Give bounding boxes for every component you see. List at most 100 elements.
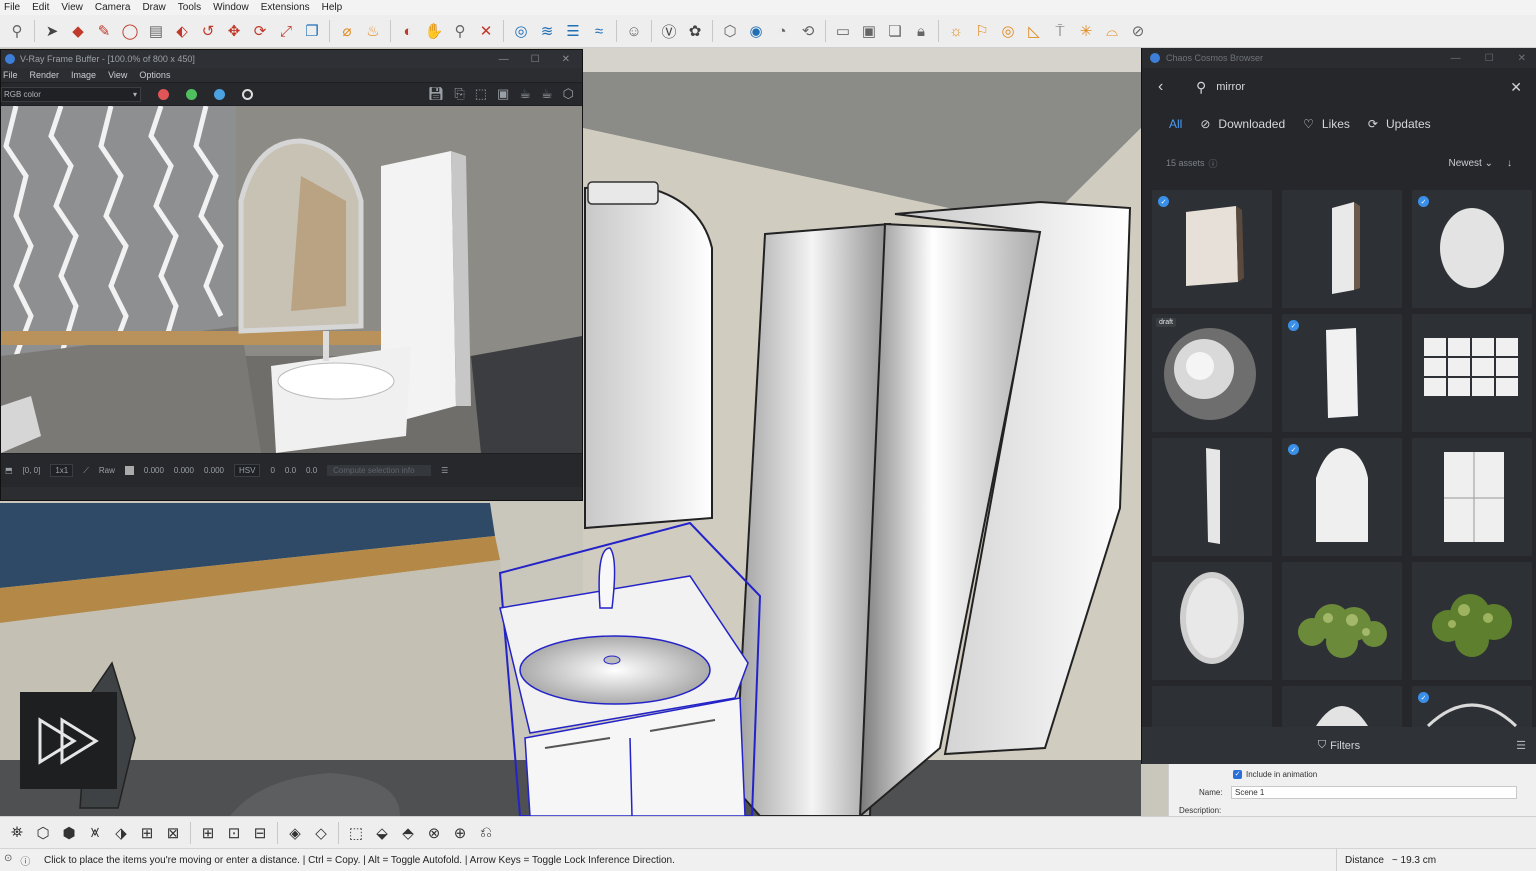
tab-likes[interactable]: ♡ Likes	[1303, 117, 1350, 131]
shaded-icon[interactable]: ⊗	[421, 820, 447, 846]
vfb-menu-image[interactable]: Image	[71, 70, 96, 80]
info-icon[interactable]: ⓘ	[20, 853, 30, 868]
light-mesh-icon[interactable]: ⌓	[1099, 18, 1125, 44]
wireframe-icon[interactable]: ⬙	[369, 820, 395, 846]
vfb-menu-options[interactable]: Options	[139, 70, 170, 80]
stamp-icon[interactable]: ⊠	[160, 820, 186, 846]
menu-edit[interactable]: Edit	[32, 2, 57, 13]
scale-icon[interactable]: ⤢	[273, 18, 299, 44]
save-image-icon[interactable]: 💾︎	[428, 86, 445, 102]
asset-card[interactable]: draft	[1152, 314, 1272, 432]
history-icon[interactable]: ⎘	[454, 86, 464, 102]
sandbox-icon[interactable]: ≋	[534, 18, 560, 44]
render-icon[interactable]: ☕︎	[519, 86, 531, 102]
interactive-render-icon[interactable]: ☕︎	[541, 86, 553, 102]
tape-measure-icon[interactable]: ⌀	[334, 18, 360, 44]
xray-icon[interactable]: ⬚	[343, 820, 369, 846]
light-gen-off-icon[interactable]: ⊘	[1125, 18, 1151, 44]
pan-icon[interactable]: ✋	[421, 18, 447, 44]
lock-camera-icon[interactable]: 🔒︎	[908, 18, 934, 44]
menu-tools[interactable]: Tools	[178, 2, 209, 13]
light-omni-icon[interactable]: ⍑	[1047, 18, 1073, 44]
flip-edge-icon[interactable]: ⊟	[247, 820, 273, 846]
maximize-icon[interactable]: ☐	[531, 54, 540, 65]
asset-card[interactable]	[1282, 190, 1402, 308]
raw-checkbox[interactable]	[124, 466, 134, 475]
panel-toggle-icon[interactable]: ☰	[441, 466, 448, 475]
blue-channel-toggle[interactable]	[214, 88, 225, 100]
render-region-icon[interactable]: ▣	[856, 18, 882, 44]
cosmos-titlebar[interactable]: Chaos Cosmos Browser — ☐ ✕	[1142, 48, 1536, 68]
asset-card[interactable]: ✓	[1282, 438, 1402, 556]
sort-select[interactable]: Newest ⌄	[1448, 158, 1493, 169]
orbit-icon[interactable]: ◐	[395, 18, 421, 44]
asset-card[interactable]	[1152, 438, 1272, 556]
asset-card[interactable]	[1152, 562, 1272, 680]
list-view-icon[interactable]: ☰	[1516, 739, 1526, 752]
geo-location-icon[interactable]: ⊙	[4, 853, 12, 868]
close-icon[interactable]: ✕	[1518, 53, 1526, 64]
push-pull-icon[interactable]: ⬖	[169, 18, 195, 44]
solid-tools-icon[interactable]: ◈	[282, 820, 308, 846]
vfb-titlebar[interactable]: V-Ray Frame Buffer - [100.0% of 800 x 45…	[1, 50, 582, 68]
vfb-menu-render[interactable]: Render	[30, 70, 60, 80]
paint-bucket-icon[interactable]: ▤	[143, 18, 169, 44]
select-icon[interactable]: ➤	[39, 18, 65, 44]
ratio-select[interactable]: 1x1	[50, 464, 74, 477]
iso-view-icon[interactable]: ⛯	[4, 820, 30, 846]
asset-card[interactable]	[1152, 686, 1272, 730]
drape-icon[interactable]: ⊞	[195, 820, 221, 846]
front-view-icon[interactable]: ⬢	[56, 820, 82, 846]
measurements-box[interactable]: Distance ~ 19.3 cm	[1336, 849, 1536, 871]
red-channel-toggle[interactable]	[158, 88, 169, 100]
frame-buffer-icon[interactable]: ▭	[830, 18, 856, 44]
minimize-icon[interactable]: —	[1451, 53, 1461, 64]
close-icon[interactable]: ✕	[562, 54, 570, 65]
tab-all[interactable]: All	[1169, 117, 1182, 131]
smoove-icon[interactable]: ≈	[586, 18, 612, 44]
user-icon[interactable]: ☺	[621, 18, 647, 44]
follow-mouse-icon[interactable]: ▣	[497, 86, 509, 102]
move-icon[interactable]: ✥	[221, 18, 247, 44]
eyedropper-icon[interactable]: ⟋	[83, 466, 89, 476]
asset-card[interactable]: ✓	[1412, 686, 1532, 730]
menu-view[interactable]: View	[61, 2, 91, 13]
zoom-icon[interactable]: ⚲	[4, 18, 30, 44]
lasso-icon[interactable]: ◯	[117, 18, 143, 44]
follow-me-icon[interactable]: ↺	[195, 18, 221, 44]
clear-search-icon[interactable]: ✕	[1510, 79, 1536, 96]
tab-downloaded[interactable]: ⊘ Downloaded	[1200, 117, 1285, 131]
asset-card[interactable]	[1412, 438, 1532, 556]
asset-card[interactable]	[1412, 562, 1532, 680]
vfb-menu-file[interactable]: File	[3, 70, 18, 80]
monochrome-icon[interactable]: ⎌	[473, 820, 499, 846]
asset-card[interactable]: ✓	[1412, 190, 1532, 308]
asset-card[interactable]	[1282, 562, 1402, 680]
menu-camera[interactable]: Camera	[95, 2, 139, 13]
alpha-channel-toggle[interactable]	[242, 88, 253, 100]
sandbox-contours-icon[interactable]: ⩙	[82, 820, 108, 846]
union-icon[interactable]: ◇	[308, 820, 334, 846]
menu-extensions[interactable]: Extensions	[261, 2, 318, 13]
minimize-icon[interactable]: —	[499, 54, 509, 65]
zoom-extents-icon[interactable]: ✕	[473, 18, 499, 44]
menu-file[interactable]: File	[4, 2, 28, 13]
scene-name-field[interactable]: Scene 1	[1231, 786, 1517, 799]
vray-interactive-icon[interactable]: ✿	[682, 18, 708, 44]
shaded-textures-icon[interactable]: ⊕	[447, 820, 473, 846]
include-animation-checkbox[interactable]: ✓	[1233, 770, 1242, 779]
asset-card[interactable]	[1412, 314, 1532, 432]
channel-select[interactable]: RGB color ▾	[1, 86, 141, 102]
sort-direction-icon[interactable]: ↓	[1507, 158, 1512, 169]
hidden-line-icon[interactable]: ⬘	[395, 820, 421, 846]
asset-card[interactable]: ✓	[1152, 190, 1272, 308]
stop-render-icon[interactable]: ⬡	[563, 86, 574, 102]
rotate-icon[interactable]: ⟳	[247, 18, 273, 44]
region-render-icon[interactable]: ⬚	[475, 86, 487, 102]
smoove-grid-icon[interactable]: ⊞	[134, 820, 160, 846]
light-spot-icon[interactable]: ⚐	[969, 18, 995, 44]
vray-render-icon[interactable]: Ⓥ	[656, 18, 682, 44]
paint-icon[interactable]: ♨	[360, 18, 386, 44]
top-view-icon[interactable]: ⬡	[30, 820, 56, 846]
menu-help[interactable]: Help	[322, 2, 351, 13]
